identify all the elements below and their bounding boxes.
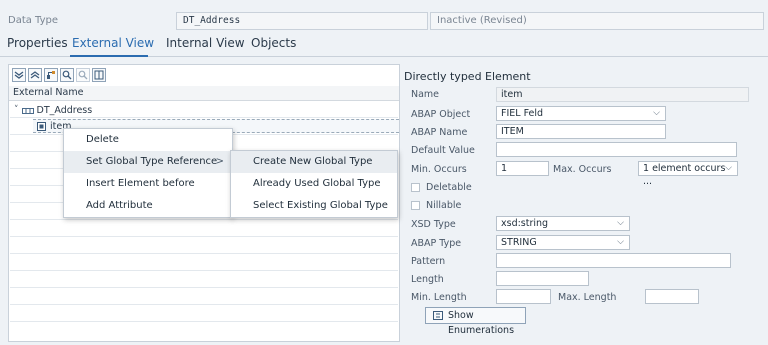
xsd-type-value: xsd:string [501, 218, 549, 229]
nillable-checkbox[interactable] [411, 201, 420, 210]
chevron-down-icon: ⌵ [617, 237, 624, 247]
pattern-field[interactable] [496, 253, 731, 268]
grid-line [10, 236, 398, 237]
deletable-label: Deletable [426, 182, 472, 193]
min-occurs-field[interactable]: 1 [496, 161, 549, 176]
menu-item-set-global-type-reference[interactable]: Set Global Type Reference > [64, 151, 232, 173]
column-layout-icon[interactable] [92, 68, 106, 82]
abap-name-label: ABAP Name [411, 127, 468, 138]
hierarchy-icon[interactable] [44, 68, 58, 82]
nillable-checkbox-row[interactable]: Nillable [411, 200, 461, 211]
min-length-field[interactable] [496, 289, 551, 304]
deletable-checkbox-row[interactable]: Deletable [411, 182, 472, 193]
collapse-all-icon[interactable] [28, 68, 42, 82]
tab-internal-view[interactable]: Internal View [166, 36, 245, 50]
abap-object-label: ABAP Object [411, 109, 471, 120]
tree-toolbar [12, 68, 106, 82]
grid-line [10, 253, 398, 254]
max-occurs-label: Max. Occurs [553, 164, 612, 175]
column-header-external-name[interactable]: External Name [9, 86, 399, 101]
chevron-down-icon: ⌵ [725, 163, 732, 173]
grid-line [10, 219, 398, 220]
data-type-field: DT_Address [176, 12, 428, 30]
grid-line [10, 270, 398, 271]
submenu-item-select-existing-global-type[interactable]: Select Existing Global Type [231, 195, 397, 217]
menu-item-label: Set Global Type Reference [86, 156, 218, 167]
xsd-type-label: XSD Type [411, 219, 456, 230]
abap-object-dropdown[interactable]: FIEL Feld ⌵ [496, 106, 666, 121]
menu-item-delete[interactable]: Delete [64, 129, 232, 151]
status-field: Inactive (Revised) [430, 12, 764, 30]
min-occurs-label: Min. Occurs [411, 164, 467, 175]
max-occurs-dropdown[interactable]: 1 element occurs ... ⌵ [638, 161, 738, 187]
expand-toggle-icon[interactable]: ˅ [14, 104, 19, 117]
grid-line [10, 117, 398, 118]
max-occurs-value: 1 element occurs ... [643, 163, 726, 187]
abap-name-field[interactable]: ITEM [496, 124, 666, 139]
min-length-label: Min. Length [411, 292, 467, 303]
name-label: Name [411, 89, 440, 100]
chevron-down-icon: ⌵ [653, 108, 660, 118]
tab-properties[interactable]: Properties [7, 36, 68, 50]
max-length-field[interactable] [645, 289, 699, 304]
context-menu: Delete Set Global Type Reference > Inser… [63, 128, 233, 218]
tree-node-root[interactable]: ˅ DT_Address [14, 104, 92, 117]
length-label: Length [411, 274, 444, 285]
element-panel-title: Directly typed Element [404, 70, 531, 83]
max-length-label: Max. Length [558, 292, 617, 303]
nillable-label: Nillable [426, 200, 462, 211]
expand-all-icon[interactable] [12, 68, 26, 82]
deletable-checkbox[interactable] [411, 183, 420, 192]
grid-line [10, 321, 398, 322]
tree-node-label: DT_Address [36, 105, 93, 116]
chevron-right-icon: > [215, 156, 224, 167]
pattern-label: Pattern [411, 256, 446, 267]
tab-active-indicator [70, 55, 148, 57]
grid-line [10, 287, 398, 288]
search-next-icon[interactable] [76, 68, 90, 82]
grid-line [10, 304, 398, 305]
search-icon[interactable] [60, 68, 74, 82]
xsd-type-dropdown[interactable]: xsd:string ⌵ [496, 216, 630, 231]
name-field: item [496, 87, 749, 102]
show-enumerations-button[interactable]: Show Enumerations [425, 307, 526, 336]
show-enumerations-label: Show Enumerations [448, 310, 515, 336]
abap-type-dropdown[interactable]: STRING ⌵ [496, 235, 630, 250]
length-field[interactable] [496, 271, 589, 286]
menu-item-add-attribute[interactable]: Add Attribute [64, 195, 232, 217]
abap-type-value: STRING [501, 237, 537, 248]
default-value-field[interactable] [496, 142, 737, 157]
abap-object-value: FIEL Feld [501, 108, 544, 119]
context-submenu: Create New Global Type Already Used Glob… [230, 150, 398, 218]
abap-type-label: ABAP Type [411, 238, 462, 249]
submenu-item-already-used-global-type[interactable]: Already Used Global Type [231, 173, 397, 195]
element-icon [37, 122, 46, 131]
menu-item-insert-element-before[interactable]: Insert Element before [64, 173, 232, 195]
tab-objects[interactable]: Objects [251, 36, 296, 50]
data-type-label: Data Type [8, 15, 59, 26]
default-value-label: Default Value [411, 145, 475, 156]
tab-external-view[interactable]: External View [72, 36, 154, 50]
structure-icon [21, 107, 34, 115]
enumeration-list-icon [433, 311, 443, 320]
submenu-item-create-new-global-type[interactable]: Create New Global Type [231, 151, 397, 173]
chevron-down-icon: ⌵ [617, 218, 624, 228]
